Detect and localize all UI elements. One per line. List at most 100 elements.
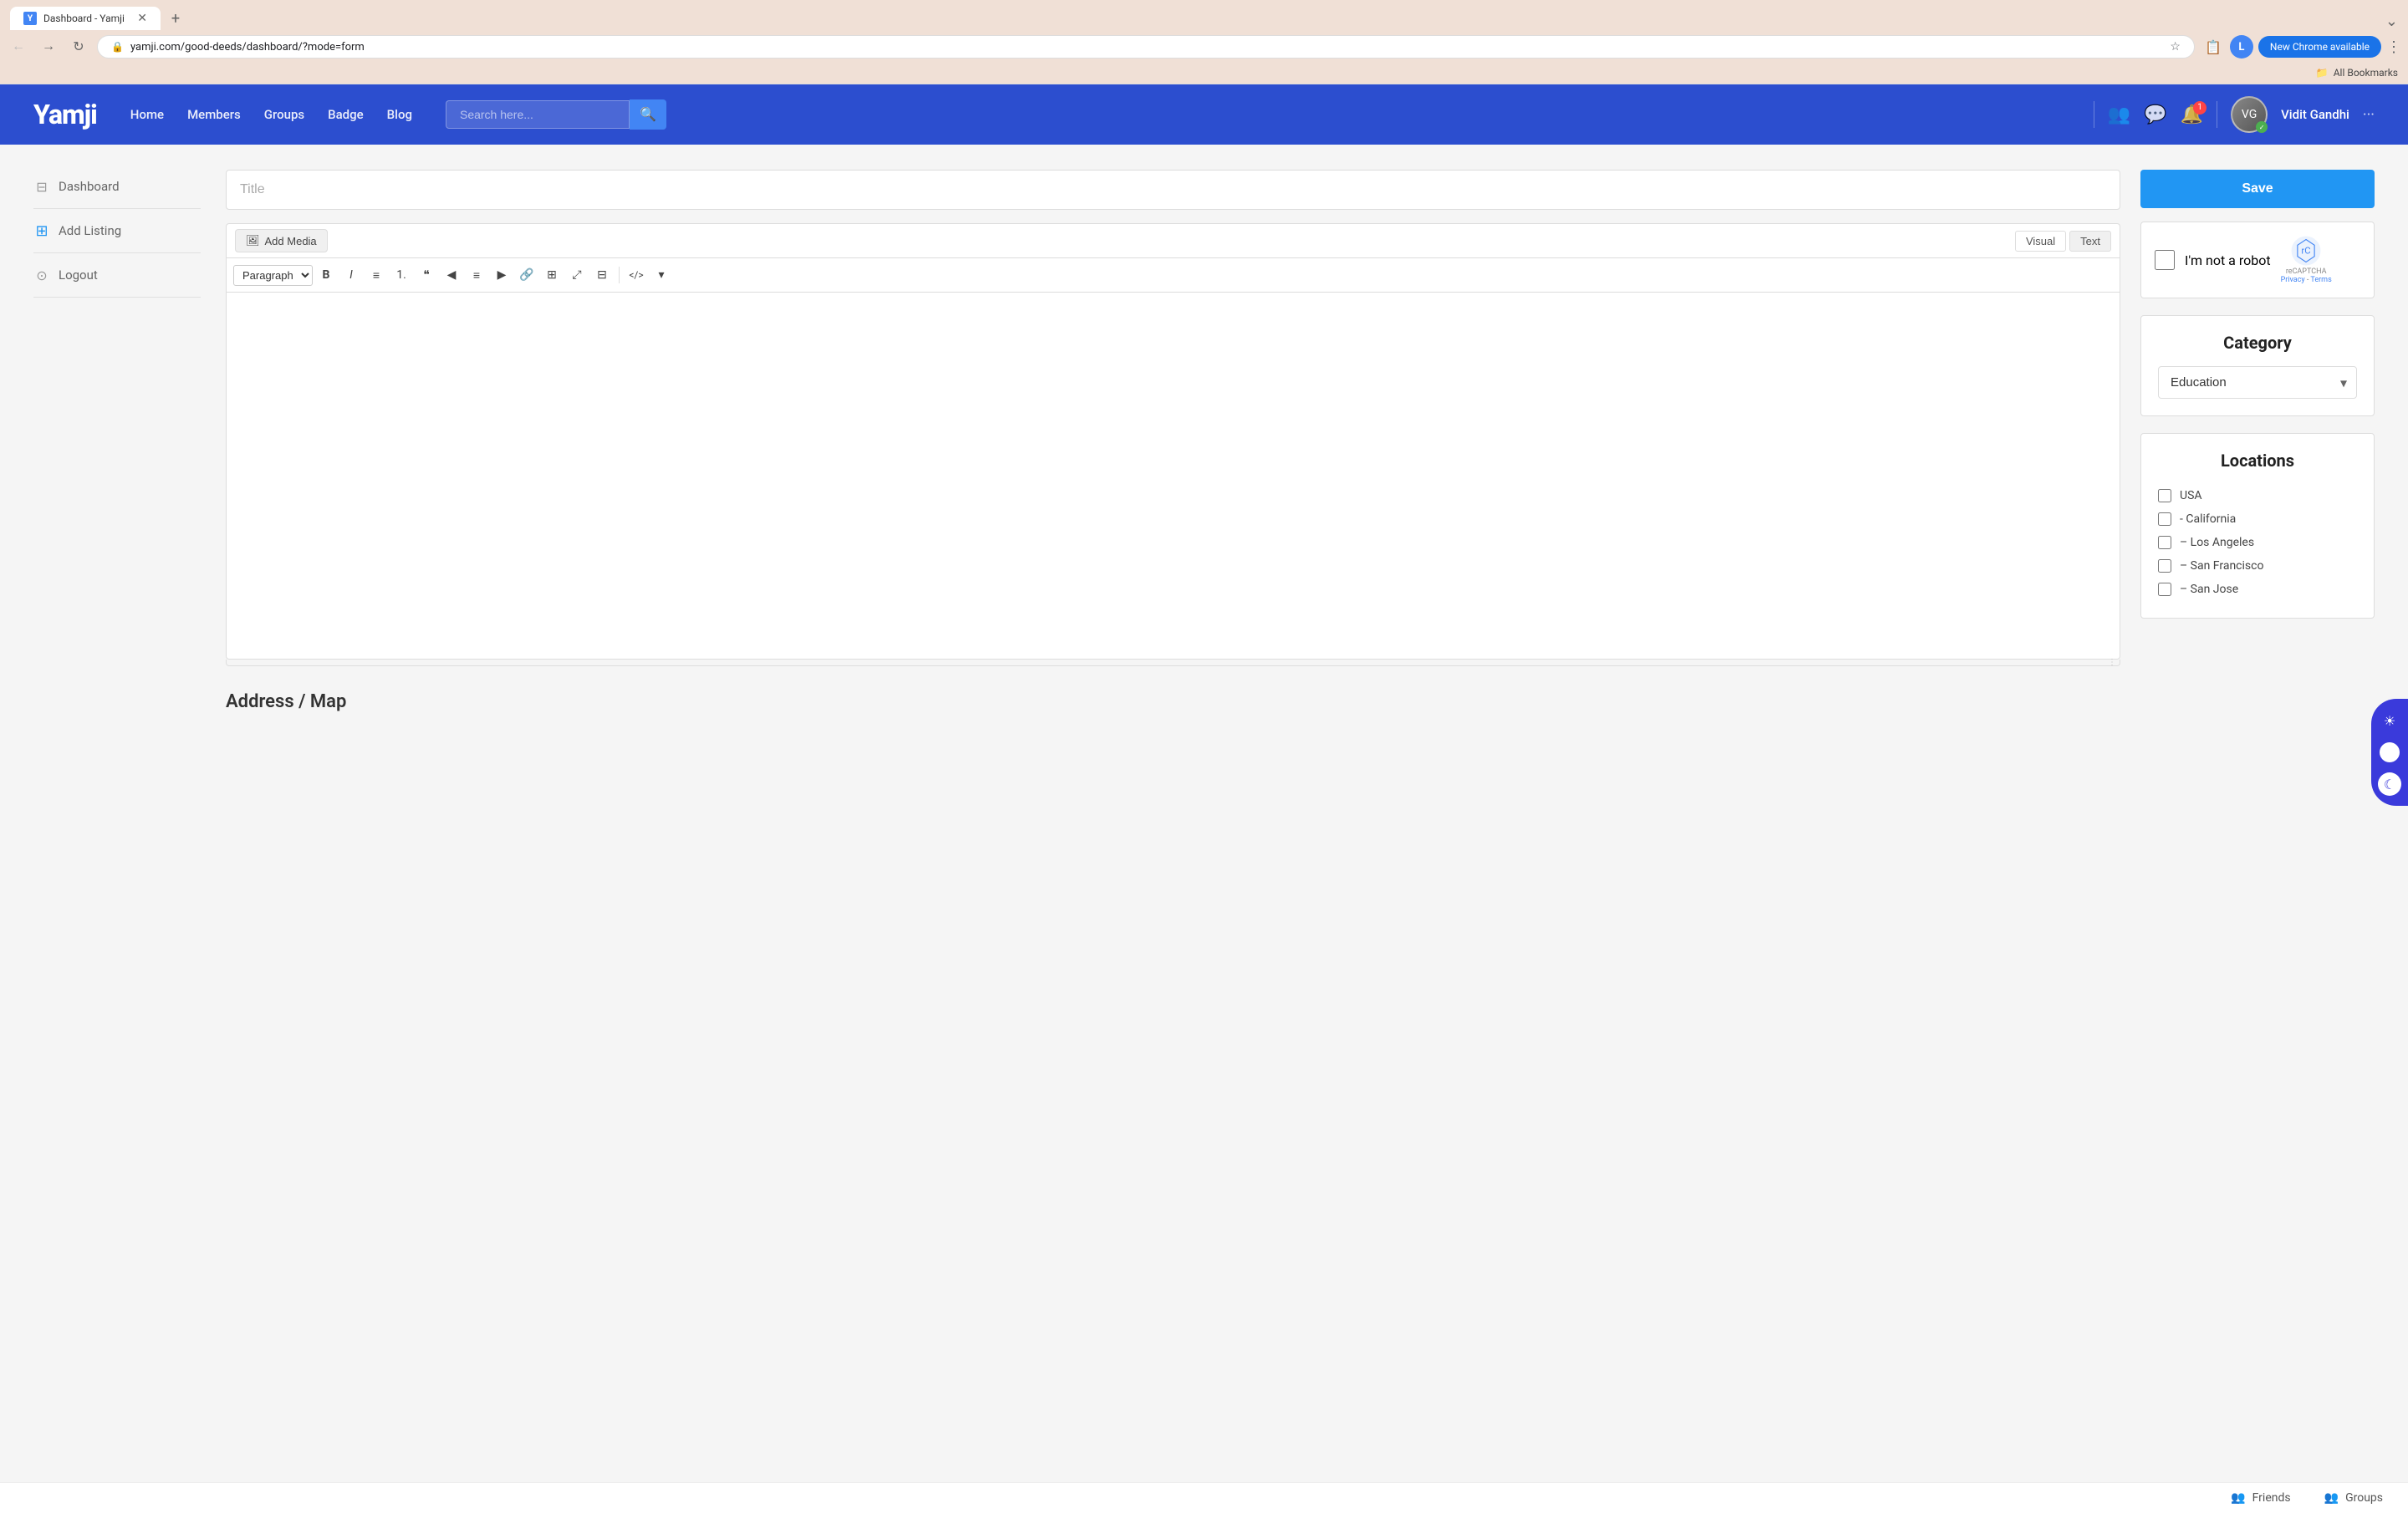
code-button[interactable]: </>	[625, 263, 648, 287]
location-label-los-angeles: – Los Angeles	[2180, 536, 2254, 549]
address-text: yamji.com/good-deeds/dashboard/?mode=for…	[130, 41, 2163, 53]
new-tab-button[interactable]: +	[164, 7, 187, 30]
active-tab[interactable]: Y Dashboard - Yamji ✕	[10, 7, 161, 30]
align-center-button[interactable]: ≡	[465, 263, 488, 287]
friends-label: Friends	[2252, 1491, 2291, 1505]
location-item-usa: USA	[2158, 484, 2357, 507]
bottom-groups-button[interactable]: 👥 Groups	[2324, 1491, 2383, 1505]
link-button[interactable]: 🔗	[515, 263, 538, 287]
editor-resize-handle[interactable]: ⋮	[226, 660, 2120, 666]
locations-title: Locations	[2158, 451, 2357, 471]
address-section: Address / Map	[226, 691, 2120, 712]
location-checkbox-usa[interactable]	[2158, 489, 2171, 502]
site-logo[interactable]: Yamji	[33, 99, 97, 130]
sidebar: ⊟ Dashboard ⊞ Add Listing ⊙ Logout	[33, 170, 201, 1457]
bookmarks-folder[interactable]: 📁 All Bookmarks	[2316, 67, 2398, 79]
avatar-container: VG ✓	[2231, 96, 2268, 133]
add-media-button[interactable]: 🖼 Add Media	[235, 229, 328, 252]
align-right-button[interactable]: ▶	[490, 263, 513, 287]
toolbar-divider	[619, 267, 620, 283]
content-area: 🖼 Add Media Visual Text Paragraph B I ≡ …	[226, 170, 2375, 1457]
recaptcha-privacy-link[interactable]: Privacy	[2281, 276, 2305, 284]
nav-badge[interactable]: Badge	[328, 107, 364, 122]
browser-chrome: Y Dashboard - Yamji ✕ + ⌄ ← → ↻ 🔒 yamji.…	[0, 0, 2408, 84]
search-button[interactable]: 🔍	[630, 99, 666, 130]
theme-toggle: ☀ ☾	[2371, 699, 2408, 806]
blockquote-button[interactable]: ❝	[415, 263, 438, 287]
tab-close-button[interactable]: ✕	[137, 12, 147, 25]
title-input[interactable]	[226, 170, 2120, 210]
location-checkbox-los-angeles[interactable]	[2158, 536, 2171, 549]
notification-bell-button[interactable]: 🔔 1	[2181, 104, 2203, 125]
italic-button[interactable]: I	[339, 263, 363, 287]
recaptcha-checkbox[interactable]	[2155, 250, 2175, 270]
category-select[interactable]: Education Health Technology Business Art…	[2158, 366, 2357, 399]
theme-toggle-indicator	[2380, 742, 2400, 762]
bold-button[interactable]: B	[314, 263, 338, 287]
forward-button[interactable]: →	[37, 35, 60, 59]
search-input[interactable]	[446, 100, 630, 129]
site-navigation: Home Members Groups Badge Blog	[130, 107, 412, 122]
sidebar-logout-label: Logout	[59, 267, 98, 283]
nav-blog[interactable]: Blog	[387, 107, 412, 122]
dark-theme-button[interactable]: ☾	[2378, 772, 2401, 796]
location-label-california: - California	[2180, 512, 2236, 526]
code-dropdown-button[interactable]: ▾	[650, 263, 673, 287]
address-section-title: Address / Map	[226, 691, 2120, 712]
ordered-list-button[interactable]: 1.	[390, 263, 413, 287]
new-chrome-button[interactable]: New Chrome available	[2258, 36, 2381, 58]
location-item-san-jose: – San Jose	[2158, 578, 2357, 601]
search-icon: 🔍	[640, 108, 656, 122]
sidebar-item-add-listing[interactable]: ⊞ Add Listing	[33, 214, 201, 247]
paragraph-select[interactable]: Paragraph	[233, 265, 313, 286]
location-checkbox-san-jose[interactable]	[2158, 583, 2171, 596]
logout-icon: ⊙	[33, 267, 50, 283]
browser-menu-button[interactable]: ⌄	[2385, 13, 2398, 30]
bottom-friends-button[interactable]: 👥 Friends	[2231, 1491, 2290, 1505]
nav-home[interactable]: Home	[130, 107, 164, 122]
recaptcha-terms-link[interactable]: Terms	[2310, 276, 2331, 284]
address-bar[interactable]: 🔒 yamji.com/good-deeds/dashboard/?mode=f…	[97, 35, 2195, 59]
fullscreen-button[interactable]: ⤢	[565, 263, 589, 287]
back-button[interactable]: ←	[7, 35, 30, 59]
bookmark-star-icon[interactable]: ☆	[2170, 40, 2181, 53]
align-left-button[interactable]: ◀	[440, 263, 463, 287]
reload-button[interactable]: ↻	[67, 35, 90, 59]
friends-icon: 👥	[2231, 1491, 2245, 1505]
location-checkbox-san-francisco[interactable]	[2158, 559, 2171, 573]
sidebar-item-logout[interactable]: ⊙ Logout	[33, 258, 201, 292]
locations-box: Locations USA - California – Los Angeles…	[2140, 433, 2375, 619]
cast-button[interactable]: 📋	[2201, 35, 2225, 59]
media-toolbar: 🖼 Add Media Visual Text	[226, 223, 2120, 257]
security-icon: 🔒	[111, 41, 124, 53]
nav-members[interactable]: Members	[187, 107, 241, 122]
sidebar-dashboard-label: Dashboard	[59, 179, 120, 194]
light-theme-button[interactable]: ☀	[2378, 709, 2401, 732]
dashboard-icon: ⊟	[33, 178, 50, 195]
location-label-usa: USA	[2180, 489, 2202, 502]
chat-icon-button[interactable]: 💬	[2144, 104, 2166, 125]
location-item-california: - California	[2158, 507, 2357, 531]
site-header: Yamji Home Members Groups Badge Blog 🔍 👥…	[0, 84, 2408, 145]
table-button[interactable]: ⊞	[540, 263, 564, 287]
header-more-button[interactable]: ···	[2363, 106, 2375, 124]
recaptcha-label: I'm not a robot	[2185, 252, 2271, 268]
editor-body[interactable]	[226, 292, 2120, 660]
sidebar-divider-2	[33, 252, 201, 253]
nav-groups[interactable]: Groups	[264, 107, 304, 122]
toolbar-extra-button[interactable]: ⊟	[590, 263, 614, 287]
chrome-menu-button[interactable]: ⋮	[2386, 38, 2401, 56]
sidebar-item-dashboard[interactable]: ⊟ Dashboard	[33, 170, 201, 203]
tab-title: Dashboard - Yamji	[43, 13, 130, 24]
text-view-button[interactable]: Text	[2069, 231, 2111, 252]
site-search: 🔍	[446, 99, 2060, 130]
resize-dots-icon: ⋮	[2108, 658, 2116, 667]
category-select-wrapper: Education Health Technology Business Art…	[2158, 366, 2357, 399]
visual-view-button[interactable]: Visual	[2015, 231, 2066, 252]
profile-button[interactable]: L	[2230, 35, 2253, 59]
location-checkbox-california[interactable]	[2158, 512, 2171, 526]
people-icon-button[interactable]: 👥	[2108, 104, 2130, 125]
save-button[interactable]: Save	[2140, 170, 2375, 208]
unordered-list-button[interactable]: ≡	[365, 263, 388, 287]
recaptcha-box: I'm not a robot rC reCAPTCHAPrivacy - Te…	[2140, 222, 2375, 298]
